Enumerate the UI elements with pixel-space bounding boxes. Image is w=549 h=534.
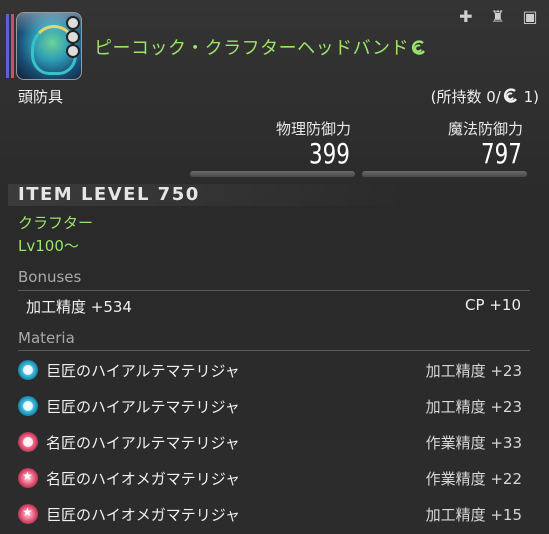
materia-divider	[18, 350, 530, 351]
red-materia-icon	[18, 432, 38, 452]
physical-defense-bar	[190, 171, 355, 177]
materia-name: 巨匠のハイアルテマテリジャ	[46, 362, 240, 380]
level-requirement: Lv100～	[18, 237, 79, 255]
bonuses-title: Bonuses	[18, 268, 82, 286]
red-star-materia-icon	[18, 504, 38, 524]
magic-defense-label: 魔法防御力	[447, 120, 523, 138]
materia-row[interactable]: 巨匠のハイアルテマテリジャ 加工精度 +23	[14, 355, 534, 385]
bonus-stat-left: 加工精度 +534	[26, 298, 132, 316]
dye-icon[interactable]: ♜	[487, 6, 509, 28]
magic-defense: 魔法防御力 797	[362, 118, 527, 177]
glamour-hq-icon	[411, 40, 426, 55]
materia-name: 名匠のハイオメガマテリジャ	[46, 470, 240, 488]
materia-row[interactable]: 名匠のハイアルテマテリジャ 作業精度 +33	[14, 427, 534, 457]
materia-stat: 加工精度 +23	[425, 362, 522, 380]
item-category: 頭防具	[18, 88, 64, 106]
materia-stat: 作業精度 +22	[425, 470, 522, 488]
materia-name: 巨匠のハイアルテマテリジャ	[46, 398, 240, 416]
trade-icon[interactable]: ▣	[519, 6, 541, 28]
job-requirement: クラフター	[18, 214, 94, 232]
physical-defense-value: 399	[309, 137, 350, 170]
materia-stat: 加工精度 +15	[425, 506, 522, 524]
materia-title: Materia	[18, 329, 75, 347]
bonuses-divider	[18, 290, 530, 291]
item-icon[interactable]	[6, 12, 82, 82]
materia-slot-icons	[66, 16, 80, 58]
magic-defense-bar	[362, 171, 527, 177]
physical-defense-label: 物理防御力	[275, 120, 351, 138]
materia-stat: 作業精度 +33	[425, 434, 522, 452]
materia-name: 巨匠のハイオメガマテリジャ	[46, 506, 240, 524]
item-level: ITEM LEVEL 750	[18, 184, 200, 205]
hq-icon	[503, 88, 517, 103]
materia-row[interactable]: 名匠のハイオメガマテリジャ 作業精度 +22	[14, 463, 534, 493]
materia-row[interactable]: 巨匠のハイアルテマテリジャ 加工精度 +23	[14, 391, 534, 421]
owned-count: (所持数 0/ 1)	[430, 88, 539, 106]
red-star-materia-icon	[18, 468, 38, 488]
materia-row[interactable]: 巨匠のハイオメガマテリジャ 加工精度 +15	[14, 499, 534, 529]
blue-materia-icon	[18, 360, 38, 380]
bonus-stat-right: CP +10	[465, 296, 521, 314]
item-tooltip: ピーコック・クラフターヘッドバンド ✚ ♜ ▣ 頭防具 (所持数 0/ 1) 物…	[0, 0, 549, 534]
plus-icon[interactable]: ✚	[455, 6, 477, 28]
materia-name: 名匠のハイアルテマテリジャ	[46, 434, 240, 452]
item-name: ピーコック・クラフターヘッドバンド	[94, 34, 427, 60]
blue-materia-icon	[18, 396, 38, 416]
magic-defense-value: 797	[481, 137, 522, 170]
materia-stat: 加工精度 +23	[425, 398, 522, 416]
tooltip-action-icons: ✚ ♜ ▣	[450, 6, 541, 30]
physical-defense: 物理防御力 399	[190, 118, 355, 177]
